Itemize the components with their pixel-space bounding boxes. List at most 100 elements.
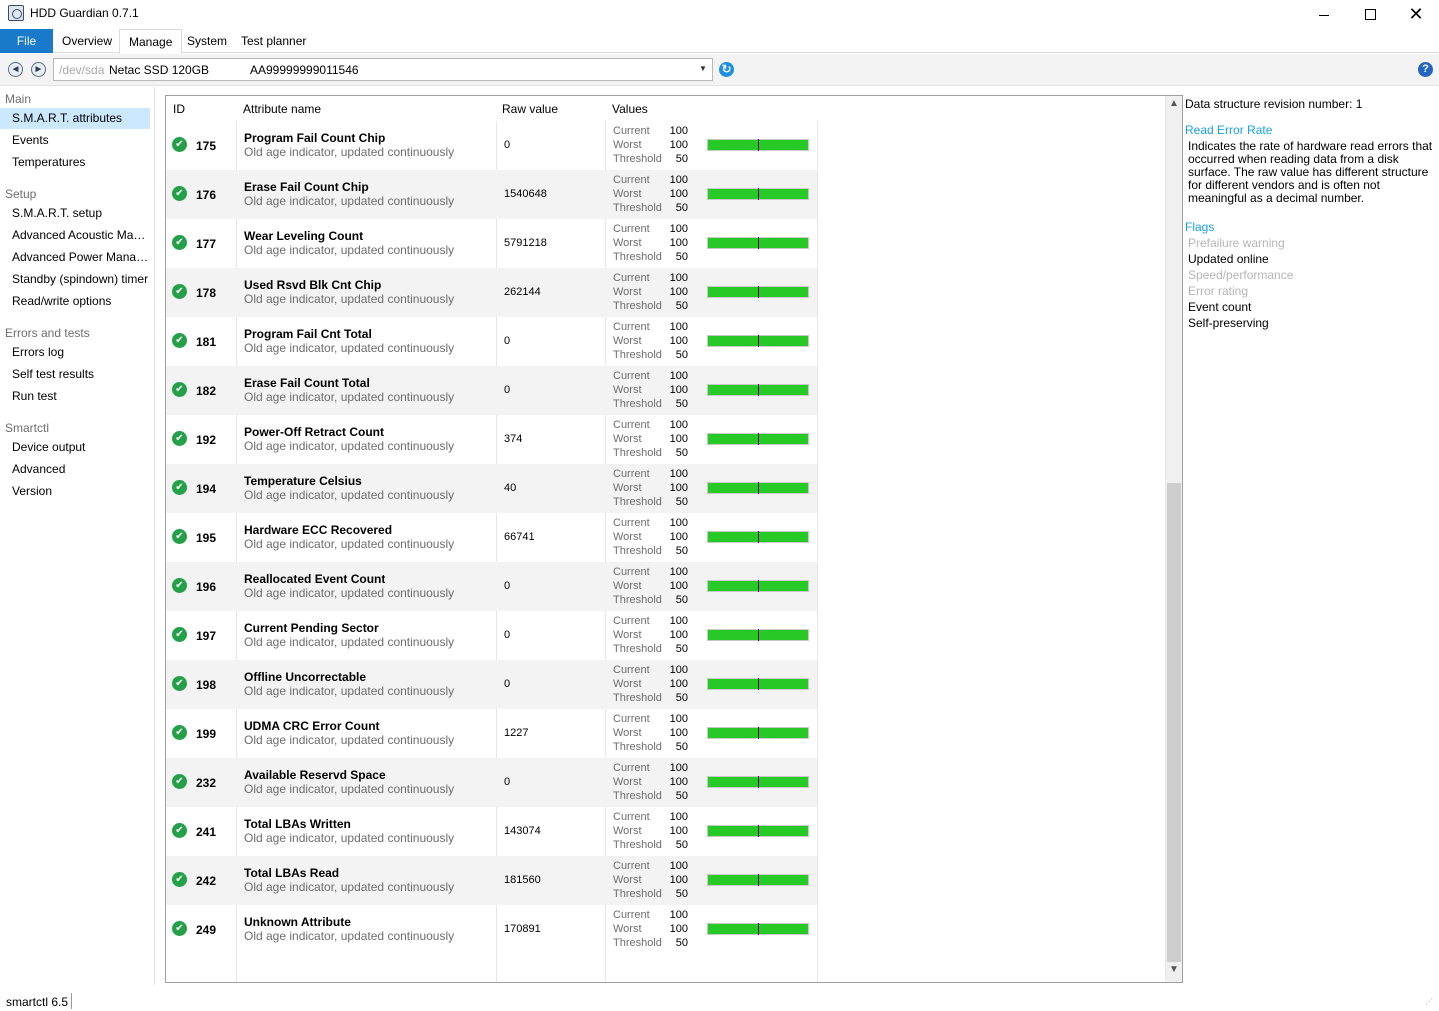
resize-grip-icon[interactable]: ⋰ <box>1425 998 1435 1009</box>
help-icon[interactable]: ? <box>1418 62 1433 77</box>
worst-label: Worst <box>613 580 642 592</box>
worst-label: Worst <box>613 237 642 249</box>
sidebar-item-read-write-options[interactable]: Read/write options <box>0 291 150 312</box>
current-value: 100 <box>669 125 688 137</box>
table-row[interactable]: ✔ 249 Unknown Attribute Old age indicator, … <box>166 905 817 954</box>
minimize-button[interactable] <box>1301 0 1347 28</box>
current-label: Current <box>613 811 650 823</box>
table-row[interactable]: ✔ 194 Temperature Celsius Old age indicator… <box>166 464 817 513</box>
table-row[interactable]: ✔ 195 Hardware ECC Recovered Old age indica… <box>166 513 817 562</box>
threshold-marker <box>758 433 759 445</box>
table-row[interactable]: ✔ 197 Current Pending Sector Old age indica… <box>166 611 817 660</box>
header-attribute-name[interactable]: Attribute name <box>243 102 321 116</box>
health-bar <box>707 286 809 298</box>
attribute-description: Old age indicator, updated continuously <box>244 684 455 698</box>
sidebar-item-advanced[interactable]: Advanced <box>0 459 150 480</box>
current-label: Current <box>613 713 650 725</box>
threshold-marker <box>758 580 759 592</box>
threshold-label: Threshold <box>613 300 662 312</box>
worst-label: Worst <box>613 678 642 690</box>
tab-test-planner[interactable]: Test planner <box>232 29 315 53</box>
sidebar-item-temperatures[interactable]: Temperatures <box>0 152 150 173</box>
tab-system[interactable]: System <box>178 29 236 53</box>
threshold-marker <box>758 678 759 690</box>
arrow-left-icon: ◄ <box>10 64 21 75</box>
worst-label: Worst <box>613 825 642 837</box>
attribute-id: 198 <box>196 678 217 692</box>
smart-attributes-table: ID Attribute name Raw value Values ✔ 175 P… <box>165 95 1183 983</box>
table-row[interactable]: ✔ 182 Erase Fail Count Total Old age indica… <box>166 366 817 415</box>
sidebar-item-errors-log[interactable]: Errors log <box>0 342 150 363</box>
table-row[interactable]: ✔ 192 Power-Off Retract Count Old age indic… <box>166 415 817 464</box>
table-row[interactable]: ✔ 181 Program Fail Cnt Total Old age indica… <box>166 317 817 366</box>
scroll-down-icon[interactable]: ▼ <box>1169 964 1179 975</box>
header-values[interactable]: Values <box>612 102 648 116</box>
sidebar-item-standby-timer[interactable]: Standby (spindown) timer <box>0 269 150 290</box>
sidebar-item-acoustic-management[interactable]: Advanced Acoustic Management <box>0 225 150 246</box>
attribute-id: 242 <box>196 874 217 888</box>
health-bar <box>707 482 809 494</box>
table-row[interactable]: ✔ 178 Used Rsvd Blk Cnt Chip Old age indica… <box>166 268 817 317</box>
attribute-name: Current Pending Sector <box>244 621 379 635</box>
maximize-icon <box>1364 8 1376 20</box>
back-button[interactable]: ◄ <box>8 62 23 77</box>
check-circle-icon: ✔ <box>172 578 187 593</box>
table-row[interactable]: ✔ 242 Total LBAs Read Old age indicator, up… <box>166 856 817 905</box>
sidebar-item-power-management[interactable]: Advanced Power Management <box>0 247 150 268</box>
device-select[interactable]: /dev/sda Netac SSD 120GB AA9999999901154… <box>53 58 713 81</box>
attribute-name: Total LBAs Read <box>244 866 340 880</box>
tab-overview[interactable]: Overview <box>53 29 121 53</box>
header-id[interactable]: ID <box>173 102 185 116</box>
threshold-value: 50 <box>675 692 688 704</box>
vertical-scrollbar[interactable]: ▲ ▼ <box>1165 96 1182 982</box>
table-row[interactable]: ✔ 177 Wear Leveling Count Old age indicator… <box>166 219 817 268</box>
current-label: Current <box>613 762 650 774</box>
threshold-marker <box>758 727 759 739</box>
maximize-button[interactable] <box>1347 0 1393 28</box>
header-raw-value[interactable]: Raw value <box>502 102 558 116</box>
threshold-value: 50 <box>675 300 688 312</box>
worst-label: Worst <box>613 335 642 347</box>
attribute-id: 182 <box>196 384 217 398</box>
table-row[interactable]: ✔ 175 Program Fail Count Chip Old age indic… <box>166 121 817 170</box>
attribute-id: 175 <box>196 139 217 153</box>
threshold-value: 50 <box>675 643 688 655</box>
refresh-icon[interactable]: ↻ <box>719 62 734 77</box>
threshold-label: Threshold <box>613 888 662 900</box>
attribute-name: Erase Fail Count Chip <box>244 180 369 194</box>
forward-button[interactable]: ► <box>31 62 46 77</box>
attribute-name: Program Fail Count Chip <box>244 131 386 145</box>
current-label: Current <box>613 223 650 235</box>
tab-manage[interactable]: Manage <box>119 29 183 54</box>
ribbon-tabs: File Overview Manage System Test planner <box>0 29 1439 54</box>
check-circle-icon: ✔ <box>172 333 187 348</box>
sidebar-item-version[interactable]: Version <box>0 481 150 502</box>
table-row[interactable]: ✔ 199 UDMA CRC Error Count Old age indicato… <box>166 709 817 758</box>
sidebar-item-events[interactable]: Events <box>0 130 150 151</box>
sidebar-item-smart-attributes[interactable]: S.M.A.R.T. attributes <box>0 108 150 129</box>
table-row[interactable]: ✔ 196 Reallocated Event Count Old age indic… <box>166 562 817 611</box>
sidebar-item-self-test-results[interactable]: Self test results <box>0 364 150 385</box>
current-value: 100 <box>669 419 688 431</box>
sidebar-item-device-output[interactable]: Device output <box>0 437 150 458</box>
sidebar-item-run-test[interactable]: Run test <box>0 386 150 407</box>
chevron-down-icon[interactable]: ▼ <box>699 64 707 73</box>
worst-label: Worst <box>613 384 642 396</box>
check-circle-icon: ✔ <box>172 774 187 789</box>
scroll-up-icon[interactable]: ▲ <box>1169 98 1179 109</box>
scrollbar-thumb[interactable] <box>1167 483 1181 962</box>
table-header: ID Attribute name Raw value Values <box>166 96 1166 121</box>
threshold-marker <box>758 237 759 249</box>
check-circle-icon: ✔ <box>172 823 187 838</box>
table-row[interactable]: ✔ 232 Available Reservd Space Old age indic… <box>166 758 817 807</box>
close-button[interactable]: ✕ <box>1393 0 1439 28</box>
current-label: Current <box>613 615 650 627</box>
current-value: 100 <box>669 909 688 921</box>
table-row[interactable]: ✔ 241 Total LBAs Written Old age indicator,… <box>166 807 817 856</box>
table-row[interactable]: ✔ 198 Offline Uncorrectable Old age indicat… <box>166 660 817 709</box>
tab-file[interactable]: File <box>0 29 53 53</box>
attribute-description: Indicates the rate of hardware read erro… <box>1188 139 1433 205</box>
raw-value: 1540648 <box>504 188 547 200</box>
sidebar-item-smart-setup[interactable]: S.M.A.R.T. setup <box>0 203 150 224</box>
table-row[interactable]: ✔ 176 Erase Fail Count Chip Old age indicat… <box>166 170 817 219</box>
